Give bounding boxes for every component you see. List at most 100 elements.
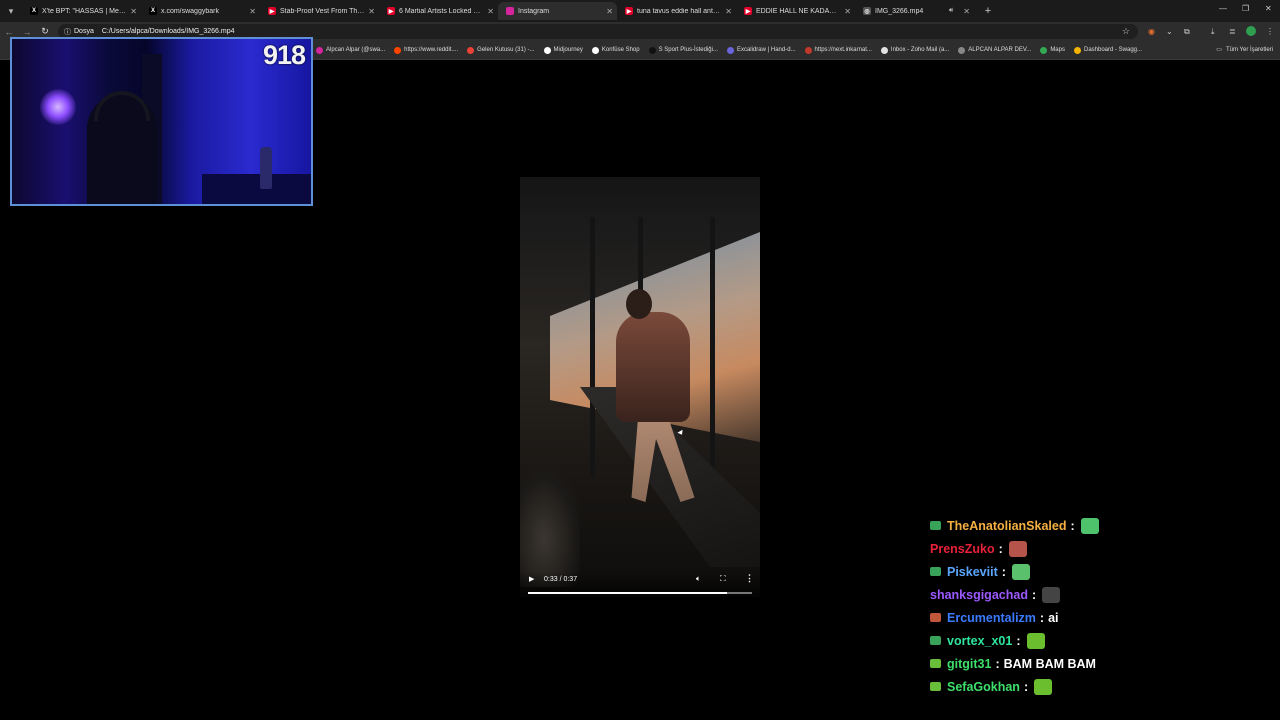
chat-badge-icon [930, 636, 941, 645]
chat-message: shanksgigachad: [930, 583, 1270, 606]
bookmark-item[interactable]: Dashboard - Swagg... [1073, 46, 1142, 54]
bookmark-star-icon[interactable]: ☆ [1122, 26, 1130, 37]
all-bookmarks-label: Tüm Yer İşaretleri [1225, 46, 1273, 53]
webcam-overlay: 918 [10, 37, 313, 206]
bookmark-label: Inbox - Zoho Mail (a... [890, 47, 950, 53]
chat-message: TheAnatolianSkaled: [930, 514, 1270, 537]
bookmark-item[interactable]: Midjourney [543, 46, 583, 54]
chat-separator: : [1023, 679, 1029, 694]
tab[interactable]: Xx.com/swaggybark ✕ [141, 2, 260, 20]
tab-title: IMG_3266.mp4 [875, 7, 924, 15]
tab-favicon-icon: ▶ [744, 7, 752, 15]
bookmark-favicon-icon [880, 46, 888, 54]
chat-emote-icon [1042, 586, 1061, 603]
bookmark-favicon-icon [1073, 46, 1081, 54]
back-icon[interactable]: ← [0, 27, 18, 37]
bookmark-label: https://www.reddit.... [404, 47, 459, 53]
bookmark-favicon-icon [648, 46, 656, 54]
close-window-icon[interactable]: ✕ [1265, 4, 1272, 13]
tab-close-icon[interactable]: ✕ [249, 7, 256, 16]
window-frame [710, 217, 715, 477]
video-player[interactable]: ▶ 0:33 / 0:37 🔈︎ ⛶ ⋮ [520, 177, 760, 597]
tab-search-list-icon[interactable]: ≣ [1229, 27, 1236, 36]
tab-close-icon[interactable]: ✕ [844, 7, 851, 16]
restore-icon[interactable]: ❐ [1242, 4, 1249, 13]
bookmark-label: Excalidraw | Hand-d... [736, 47, 796, 53]
chat-username: Ercumentalizm [947, 610, 1036, 625]
tab[interactable]: ▶ 6 Martial Artists Locked with a ✕ [379, 2, 498, 20]
screen: ▾ XX'te BPT: "HASSAS | Mersin'de ✕Xx.com… [0, 0, 1280, 720]
bookmark-item[interactable]: S Sport Plus-İstediği... [648, 46, 718, 54]
tab-favicon-icon: ▶ [625, 7, 633, 15]
counter: 918 [262, 40, 306, 70]
bookmark-item[interactable]: ALPCAN ALPAR DEV... [958, 46, 1032, 54]
download-icon[interactable]: ⤓ [1211, 27, 1215, 37]
fullscreen-icon[interactable]: ⛶ [720, 574, 726, 584]
tab-close-icon[interactable]: ✕ [368, 7, 375, 16]
tab-close-icon[interactable]: ✕ [963, 7, 970, 16]
chat-emote-icon [1080, 517, 1099, 534]
file-chip[interactable]: ⓘ Dosya [64, 27, 94, 37]
tab-close-icon[interactable]: ✕ [606, 7, 613, 16]
bookmark-label: ALPCAN ALPAR DEV... [968, 47, 1032, 53]
tab-close-icon[interactable]: ✕ [487, 7, 494, 16]
tab[interactable]: X X'te BPT: "HASSAS | Mersin'de ✕ [22, 2, 141, 20]
bookmark-item[interactable]: https://next.inkarnat... [804, 46, 872, 54]
menu-icon[interactable]: ⋮ [1266, 27, 1274, 36]
bookmark-item[interactable]: Inbox - Zoho Mail (a... [880, 46, 950, 54]
tab[interactable]: ◎ IMG_3266.mp4 🔊︎ ✕ [855, 2, 974, 20]
extensions-dropdown-icon[interactable]: ⌄ [1166, 27, 1173, 36]
chat-message: Piskeviit: [930, 560, 1270, 583]
extension-icon[interactable]: ◉ [1148, 27, 1155, 36]
tab-favicon-icon [506, 7, 514, 15]
tab[interactable]: Instagram ✕ [498, 2, 617, 20]
seek-bar[interactable] [528, 592, 752, 594]
bookmark-favicon-icon [316, 46, 323, 54]
profile-avatar[interactable] [1246, 26, 1256, 36]
minimize-icon[interactable]: — [1219, 4, 1227, 13]
bottle [260, 147, 272, 189]
chat-separator: : [1031, 587, 1037, 602]
chat-separator: : [995, 656, 1000, 671]
more-options-icon[interactable]: ⋮ [745, 573, 754, 584]
volume-icon[interactable]: 🔈︎ [696, 574, 701, 584]
chat-message: vortex_x01: [930, 629, 1270, 652]
bookmark-item[interactable]: https://www.reddit.... [394, 46, 459, 54]
info-icon: ⓘ [64, 28, 71, 36]
tab[interactable]: ▶ tuna tavus eddie hall antrenm... ✕ [617, 2, 736, 20]
tab-favicon-icon: ▶ [387, 7, 395, 15]
tab-audio-icon[interactable]: 🔊︎ [949, 7, 953, 15]
bookmark-item[interactable]: Excalidraw | Hand-d... [726, 46, 796, 54]
folder-icon: ▭ [1216, 47, 1222, 53]
tab-title: Stab-Proof Vest From The UK - [280, 7, 364, 15]
chat-badge-icon [930, 613, 941, 622]
chat-separator: : [1070, 518, 1075, 533]
bookmark-label: Maps [1050, 47, 1065, 53]
chat-username: shanksgigachad [930, 587, 1028, 602]
tab[interactable]: ▶ Stab-Proof Vest From The UK - ✕ [260, 2, 379, 20]
bookmark-item[interactable]: Alpcan Alpar (@swa... [316, 46, 385, 54]
all-bookmarks[interactable]: ▭ Tüm Yer İşaretleri [1216, 46, 1273, 54]
play-icon[interactable]: ▶ [529, 575, 534, 583]
forward-icon[interactable]: → [18, 27, 36, 37]
bookmark-item[interactable]: Konfüse Shop [591, 46, 640, 54]
file-chip-label: Dosya [74, 28, 94, 35]
bookmark-item[interactable]: Gelen Kutusu (31) -... [467, 46, 535, 54]
chat-username: SefaGokhan [947, 679, 1020, 694]
puzzle-icon[interactable]: ⧉ [1184, 27, 1190, 37]
chat-username: vortex_x01 [947, 633, 1013, 648]
tab-close-icon[interactable]: ✕ [725, 7, 732, 16]
bookmark-label: S Sport Plus-İstediği... [658, 47, 718, 53]
tab-title: tuna tavus eddie hall antrenm... [637, 7, 721, 15]
tab-close-icon[interactable]: ✕ [130, 7, 137, 16]
chat-separator: : [1039, 610, 1045, 625]
bookmark-favicon-icon [543, 46, 551, 54]
new-tab-button[interactable]: + [980, 3, 996, 19]
tab-favicon-icon: X [149, 7, 157, 15]
reload-icon[interactable]: ↻ [36, 26, 54, 37]
tab-title: 6 Martial Artists Locked with a [399, 7, 484, 15]
tab-search-icon[interactable]: ▾ [0, 0, 22, 22]
tab-list: XX'te BPT: "HASSAS | Mersin'de ✕Xx.com/s… [22, 2, 974, 20]
tab[interactable]: ▶ EDDIE HALL NE KADAR GÜÇLÜ ✕ [736, 2, 855, 20]
bookmark-item[interactable]: Maps [1040, 46, 1065, 54]
